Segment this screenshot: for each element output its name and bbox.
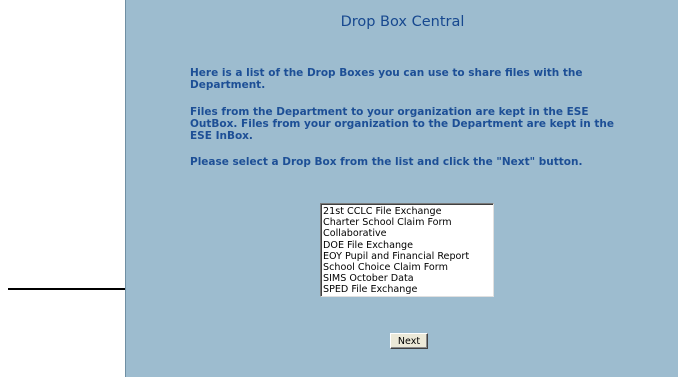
intro-text: Here is a list of the Drop Boxes you can… xyxy=(190,67,583,91)
list-item[interactable]: 21st CCLC File Exchange xyxy=(323,206,493,217)
dropbox-listbox[interactable]: 21st CCLC File Exchange Charter School C… xyxy=(320,203,494,297)
list-item[interactable]: Collaborative xyxy=(323,228,493,239)
list-item[interactable]: SIMS October Data xyxy=(323,273,493,284)
page-title: Drop Box Central xyxy=(340,14,465,30)
list-item[interactable]: EOY Pupil and Financial Report xyxy=(323,251,493,262)
list-item[interactable]: SPED File Exchange xyxy=(323,284,493,295)
outbox-inbox-text: Files from the Department to your organi… xyxy=(190,106,615,142)
drop-box-panel: Drop Box Central Here is a list of the D… xyxy=(125,0,678,377)
list-item[interactable]: DOE File Exchange xyxy=(323,240,493,251)
list-item[interactable]: Charter School Claim Form xyxy=(323,217,493,228)
list-item[interactable]: School Choice Claim Form xyxy=(323,262,493,273)
instruction-text: Please select a Drop Box from the list a… xyxy=(190,156,583,168)
next-button[interactable]: Next xyxy=(390,333,428,349)
